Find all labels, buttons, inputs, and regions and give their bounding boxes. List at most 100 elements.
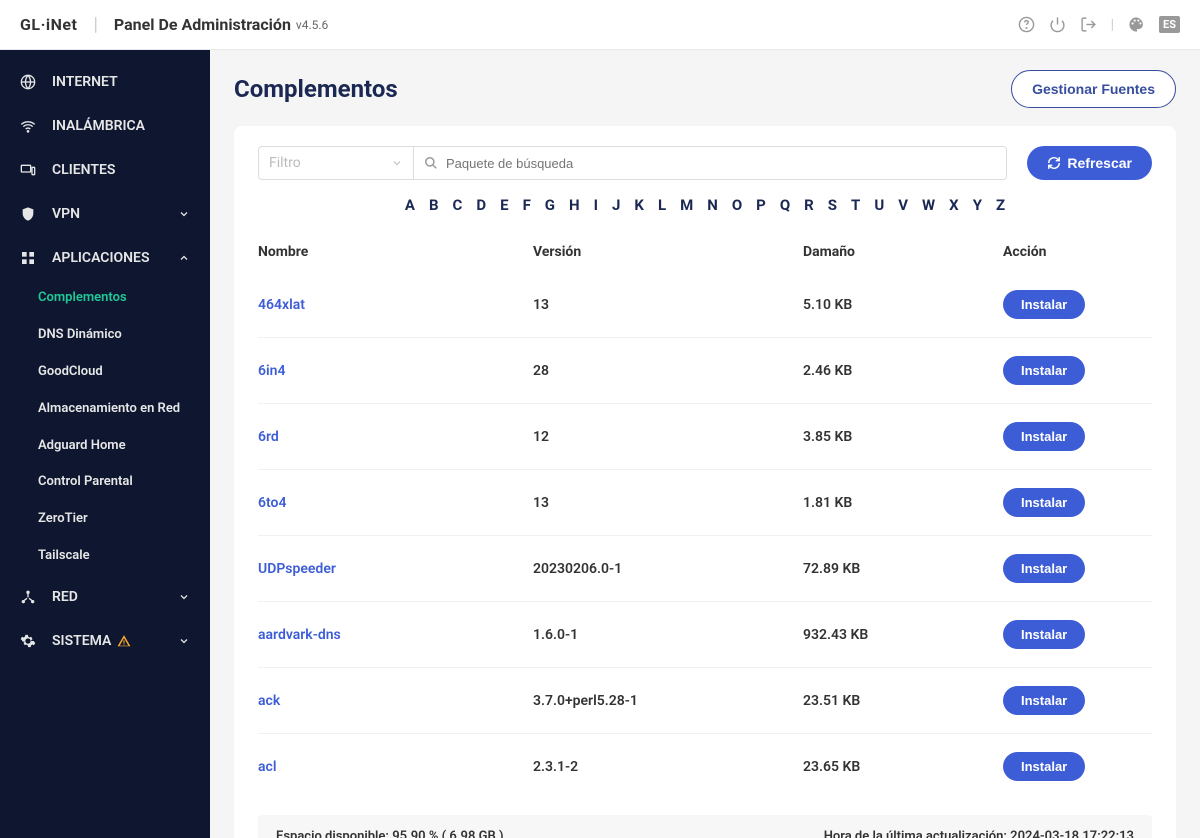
sidebar-item-vpn[interactable]: VPN <box>0 192 210 236</box>
alpha-letter[interactable]: F <box>523 196 531 214</box>
sidebar-item-clients[interactable]: CLIENTES <box>0 148 210 192</box>
alpha-letter[interactable]: Z <box>996 196 1005 214</box>
alpha-letter[interactable]: U <box>874 196 884 214</box>
alpha-letter[interactable]: J <box>612 196 620 214</box>
page-title: Complementos <box>234 75 398 103</box>
package-link[interactable]: 6in4 <box>258 363 285 379</box>
install-button[interactable]: Instalar <box>1003 488 1085 517</box>
brand-logo: GL·iNet <box>20 15 77 34</box>
alpha-letter[interactable]: H <box>569 196 580 214</box>
panel-title: Panel De Administración <box>114 15 291 34</box>
install-button[interactable]: Instalar <box>1003 686 1085 715</box>
package-version: 13 <box>533 297 803 313</box>
install-button[interactable]: Instalar <box>1003 554 1085 583</box>
logout-icon[interactable] <box>1080 16 1097 33</box>
alpha-letter[interactable]: R <box>804 196 814 214</box>
package-size: 72.89 KB <box>803 561 1003 577</box>
search-input[interactable] <box>446 156 996 171</box>
package-version: 28 <box>533 363 803 379</box>
install-button[interactable]: Instalar <box>1003 356 1085 385</box>
sidebar-item-network[interactable]: RED <box>0 575 210 619</box>
sidebar-sub-zerotier[interactable]: ZeroTier <box>0 501 210 538</box>
package-version: 1.6.0-1 <box>533 627 803 643</box>
table-row: 6rd 12 3.85 KB Instalar <box>258 404 1152 470</box>
install-button[interactable]: Instalar <box>1003 422 1085 451</box>
table-row: acl 2.3.1-2 23.65 KB Instalar <box>258 734 1152 799</box>
nav-label: INTERNET <box>52 74 118 90</box>
sidebar-sub-plugins[interactable]: Complementos <box>0 280 210 317</box>
sidebar-sub-ddns[interactable]: DNS Dinámico <box>0 317 210 354</box>
alpha-letter[interactable]: A <box>405 196 415 214</box>
chevron-down-icon <box>178 591 190 603</box>
package-link[interactable]: ack <box>258 693 280 709</box>
sidebar-item-internet[interactable]: INTERNET <box>0 60 210 104</box>
apps-icon <box>20 250 38 266</box>
package-link[interactable]: acl <box>258 759 276 775</box>
alpha-letter[interactable]: P <box>756 196 766 214</box>
sidebar-sub-adguard[interactable]: Adguard Home <box>0 428 210 465</box>
page-header: Complementos Gestionar Fuentes <box>234 70 1176 108</box>
status-bar: Espacio disponible: 95.90 % ( 6.98 GB ) … <box>258 815 1152 838</box>
alpha-letter[interactable]: W <box>922 196 935 214</box>
table-row: 6in4 28 2.46 KB Instalar <box>258 338 1152 404</box>
sidebar-item-wireless[interactable]: INALÁMBRICA <box>0 104 210 148</box>
packages-table: Nombre Versión Damaño Acción 464xlat 13 … <box>258 232 1152 799</box>
alpha-index: A B C D E F G H I J K L M N O P Q R S T <box>258 196 1152 214</box>
package-version: 2.3.1-2 <box>533 759 803 775</box>
theme-icon[interactable] <box>1128 16 1145 33</box>
alpha-letter[interactable]: G <box>545 196 555 214</box>
version-label: v4.5.6 <box>296 18 328 32</box>
alpha-letter[interactable]: K <box>634 196 644 214</box>
sidebar-sub-storage[interactable]: Almacenamiento en Red <box>0 391 210 428</box>
nav-label: CLIENTES <box>52 162 115 178</box>
package-version: 3.7.0+perl5.28-1 <box>533 693 803 709</box>
filter-select[interactable]: Filtro <box>258 146 413 180</box>
alpha-letter[interactable]: B <box>429 196 439 214</box>
alpha-letter[interactable]: L <box>658 196 666 214</box>
alpha-letter[interactable]: V <box>898 196 908 214</box>
sidebar-sub-tailscale[interactable]: Tailscale <box>0 538 210 575</box>
alpha-letter[interactable]: N <box>707 196 718 214</box>
table-row: 6to4 13 1.81 KB Instalar <box>258 470 1152 536</box>
disk-space: Espacio disponible: 95.90 % ( 6.98 GB ) <box>276 829 504 838</box>
package-link[interactable]: UDPspeeder <box>258 561 336 577</box>
alpha-letter[interactable]: S <box>828 196 837 214</box>
alpha-letter[interactable]: M <box>680 196 693 214</box>
alpha-letter[interactable]: Q <box>780 196 790 214</box>
col-version: Versión <box>533 244 803 260</box>
alpha-letter[interactable]: I <box>594 196 598 214</box>
package-link[interactable]: 464xlat <box>258 297 305 313</box>
package-link[interactable]: 6to4 <box>258 495 286 511</box>
alpha-letter[interactable]: Y <box>973 196 982 214</box>
install-button[interactable]: Instalar <box>1003 290 1085 319</box>
power-icon[interactable] <box>1049 16 1066 33</box>
sidebar-item-system[interactable]: SISTEMA <box>0 619 210 663</box>
alpha-letter[interactable]: X <box>949 196 959 214</box>
package-size: 23.65 KB <box>803 759 1003 775</box>
alpha-letter[interactable]: O <box>732 196 742 214</box>
alpha-letter[interactable]: D <box>476 196 486 214</box>
nav-label: INALÁMBRICA <box>52 118 145 134</box>
language-badge[interactable]: ES <box>1159 16 1180 33</box>
install-button[interactable]: Instalar <box>1003 752 1085 781</box>
install-button[interactable]: Instalar <box>1003 620 1085 649</box>
package-link[interactable]: 6rd <box>258 429 279 445</box>
gear-icon <box>20 633 38 649</box>
alpha-letter[interactable]: T <box>851 196 860 214</box>
alpha-letter[interactable]: E <box>500 196 508 214</box>
help-icon[interactable] <box>1018 16 1035 33</box>
package-size: 932.43 KB <box>803 627 1003 643</box>
package-version: 20230206.0-1 <box>533 561 803 577</box>
col-size: Damaño <box>803 244 1003 260</box>
package-size: 1.81 KB <box>803 495 1003 511</box>
manage-sources-button[interactable]: Gestionar Fuentes <box>1011 70 1176 108</box>
alpha-letter[interactable]: C <box>453 196 463 214</box>
table-row: aardvark-dns 1.6.0-1 932.43 KB Instalar <box>258 602 1152 668</box>
filter-placeholder: Filtro <box>269 155 301 171</box>
sidebar-sub-parental[interactable]: Control Parental <box>0 464 210 501</box>
sidebar-sub-goodcloud[interactable]: GoodCloud <box>0 354 210 391</box>
header-right: | ES <box>1018 16 1180 33</box>
package-link[interactable]: aardvark-dns <box>258 627 341 643</box>
sidebar-item-applications[interactable]: APLICACIONES <box>0 236 210 280</box>
refresh-button[interactable]: Refrescar <box>1027 146 1152 180</box>
